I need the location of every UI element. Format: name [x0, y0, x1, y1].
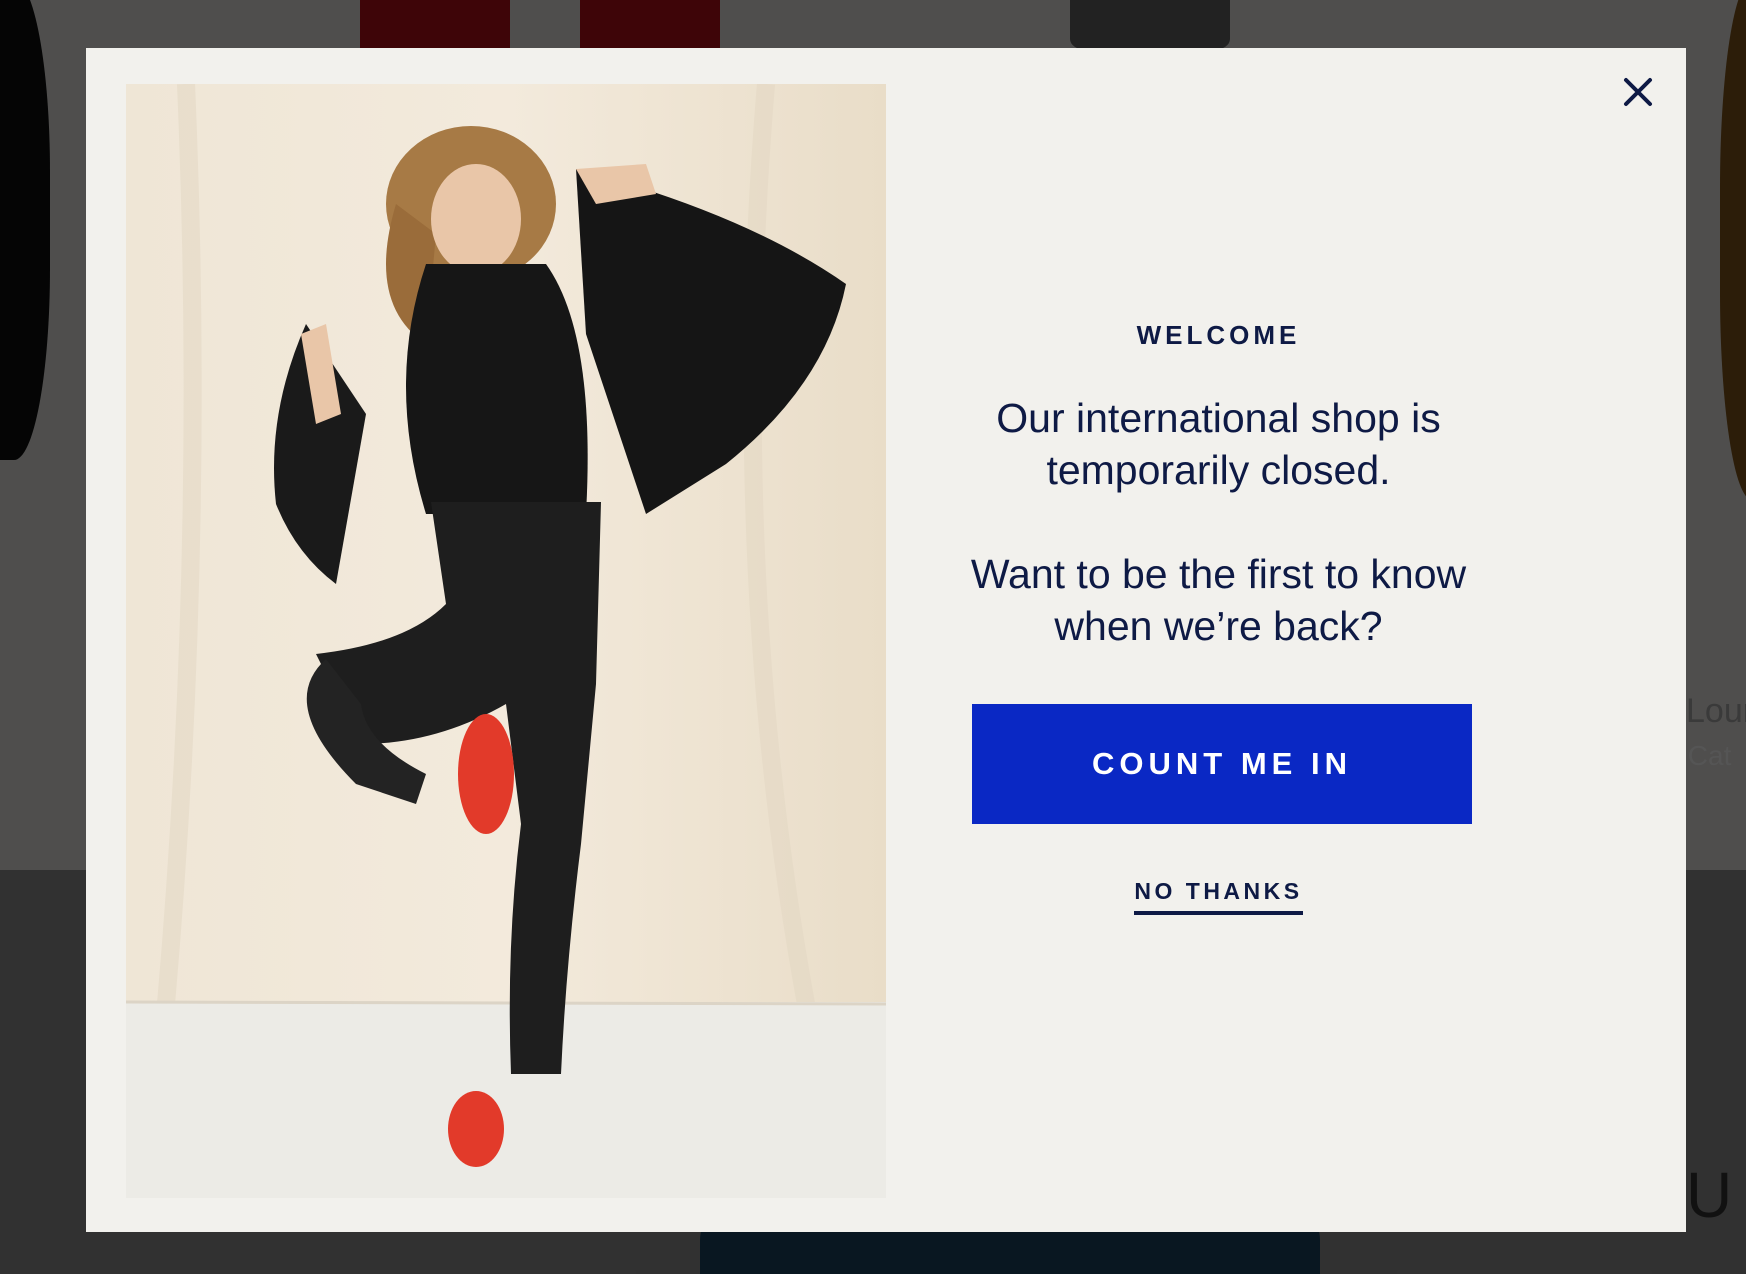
close-icon [1624, 78, 1652, 106]
international-shop-modal: WELCOME Our international shop is tempor… [86, 48, 1686, 1232]
no-thanks-link[interactable]: NO THANKS [1134, 878, 1303, 915]
no-thanks-container: NO THANKS [956, 878, 1481, 915]
hero-image [126, 84, 886, 1198]
background-product-title: Lour [1686, 692, 1746, 730]
modal-content: WELCOME Our international shop is tempor… [956, 48, 1481, 1232]
count-me-in-button[interactable]: COUNT ME IN [972, 704, 1472, 824]
close-button[interactable] [1616, 70, 1660, 114]
notify-question: Want to be the first to know when we’re … [970, 551, 1467, 649]
model-photo-illustration [126, 84, 886, 1198]
welcome-eyebrow: WELCOME [1136, 320, 1301, 350]
closed-message-headline: Our international shop is temporarily cl… [996, 395, 1441, 493]
background-brand-logo-text: UX [1686, 1159, 1746, 1231]
